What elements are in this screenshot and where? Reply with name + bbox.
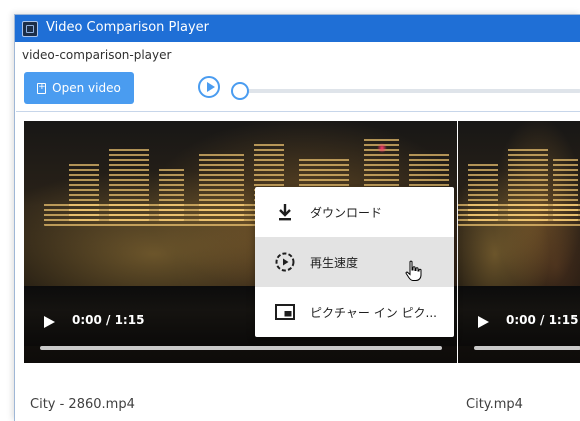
menu-item-label: ピクチャー イン ピク... — [310, 305, 437, 320]
seek-slider-thumb[interactable] — [231, 82, 249, 100]
menu-item-label: ダウンロード — [310, 205, 383, 220]
video-filename-1: City - 2860.mp4 — [30, 397, 135, 412]
menu-item-picture-in-picture[interactable]: ピクチャー イン ピク... — [255, 287, 454, 337]
context-menu: ダウンロード 再生速度 ピクチャー イン ピク... — [255, 187, 454, 337]
app-window-icon — [22, 21, 38, 37]
red-beacon — [377, 143, 387, 153]
play-icon[interactable] — [478, 316, 489, 328]
app-window: Video Comparison Player video-comparison… — [14, 14, 580, 421]
open-video-label: Open video — [52, 81, 121, 95]
play-icon[interactable] — [44, 316, 55, 328]
playback-speed-icon — [275, 252, 295, 272]
menu-item-label: 再生速度 — [310, 255, 359, 270]
progress-bar[interactable] — [40, 346, 442, 350]
picture-in-picture-icon — [275, 304, 295, 320]
window-title: Video Comparison Player — [46, 20, 209, 35]
open-video-button[interactable]: Open video — [24, 72, 134, 104]
download-icon — [279, 204, 291, 221]
menu-item-playback-speed[interactable]: 再生速度 — [255, 237, 454, 287]
waterfront-lights — [458, 201, 580, 226]
progress-bar[interactable] — [474, 346, 580, 350]
video-player-2[interactable]: 0:00 / 1:15 — [458, 121, 580, 363]
seek-slider-track[interactable] — [231, 89, 580, 93]
time-display: 0:00 / 1:15 — [72, 313, 145, 327]
menu-item-download[interactable]: ダウンロード — [255, 187, 454, 237]
video-filename-2: City.mp4 — [466, 397, 523, 412]
file-add-icon — [37, 81, 47, 94]
title-bar[interactable]: Video Comparison Player — [15, 15, 580, 42]
page-label: video-comparison-player — [22, 48, 172, 62]
hand-cursor-icon — [405, 260, 422, 281]
time-display: 0:00 / 1:15 — [506, 313, 579, 327]
play-circle-icon[interactable] — [198, 76, 220, 98]
